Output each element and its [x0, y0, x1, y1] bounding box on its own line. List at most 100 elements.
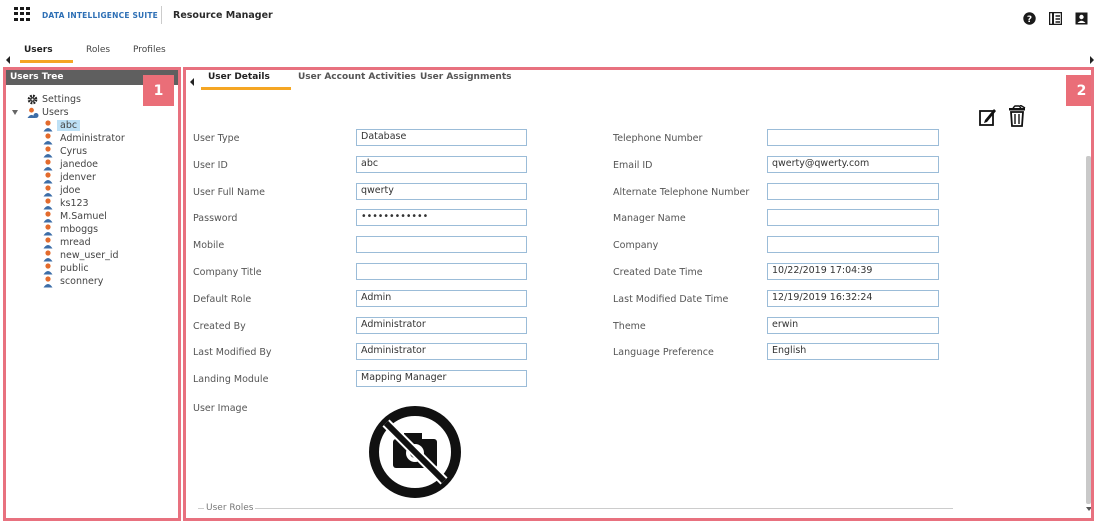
field-label: Telephone Number — [613, 133, 703, 144]
field-input[interactable]: Database — [356, 129, 527, 146]
tree-item-user[interactable]: abc — [6, 120, 176, 133]
field-label: Landing Module — [193, 374, 269, 385]
field-label: Created Date Time — [613, 267, 703, 278]
scroll-down-icon[interactable] — [1086, 507, 1091, 511]
user-icon — [43, 185, 54, 197]
user-icon — [43, 250, 54, 262]
tab-users[interactable]: Users — [24, 45, 53, 55]
tree-item-user[interactable]: new_user_id — [6, 250, 176, 263]
tree-item-user[interactable]: ks123 — [6, 198, 176, 211]
field-label: User Full Name — [193, 187, 265, 198]
main-tabs: Users Roles Profiles — [0, 40, 1096, 64]
field-input[interactable]: Administrator — [356, 317, 527, 334]
user-image[interactable] — [362, 400, 468, 504]
field-label: User Type — [193, 133, 240, 144]
tree-item-user[interactable]: janedoe — [6, 159, 176, 172]
collapse-icon[interactable] — [12, 110, 18, 115]
tree-item-label: Settings — [42, 94, 81, 105]
tree-item-label: jdenver — [60, 172, 96, 183]
vertical-scrollbar[interactable] — [1086, 156, 1091, 504]
field-label: Manager Name — [613, 213, 686, 224]
field-label: Last Modified By — [193, 347, 272, 358]
field-label: Email ID — [613, 160, 653, 171]
field-label: Last Modified Date Time — [613, 294, 729, 305]
tree-item-user[interactable]: mboggs — [6, 224, 176, 237]
users-group-icon — [27, 107, 39, 119]
user-image-label: User Image — [193, 403, 248, 414]
user-icon — [43, 224, 54, 236]
tree-item-label: janedoe — [60, 159, 99, 170]
field-label: Mobile — [193, 240, 225, 251]
tree-item-user[interactable]: jdoe — [6, 185, 176, 198]
tree-item-label: Users — [42, 107, 69, 118]
field-input[interactable]: Admin — [356, 290, 527, 307]
field-input[interactable] — [767, 209, 939, 226]
tree-item-user[interactable]: jdenver — [6, 172, 176, 185]
field-input[interactable]: 10/22/2019 17:04:39 — [767, 263, 939, 280]
field-input[interactable]: qwerty — [356, 183, 527, 200]
field-input[interactable]: erwin — [767, 317, 939, 334]
field-input[interactable] — [767, 183, 939, 200]
tree-item-label: abc — [57, 120, 81, 131]
header-icons: ? — [1022, 11, 1088, 25]
user-icon — [43, 146, 54, 158]
tree-item-label: sconnery — [60, 276, 104, 287]
field-input[interactable] — [356, 263, 527, 280]
help-icon[interactable]: ? — [1022, 11, 1036, 25]
field-input[interactable] — [767, 236, 939, 253]
tree-item-settings[interactable]: Settings — [6, 94, 176, 107]
app-launcher-icon[interactable] — [14, 7, 32, 21]
users-tree-panel: Users Tree 1 Settings Users abc Administr… — [3, 67, 181, 521]
tree-item-label: M.Samuel — [60, 211, 107, 222]
tree-item-label: new_user_id — [60, 250, 119, 261]
tree-item-user[interactable]: Cyrus — [6, 146, 176, 159]
active-tab-indicator — [20, 60, 73, 63]
tabs-scroll-left-icon[interactable] — [6, 56, 10, 64]
docs-icon[interactable] — [1048, 11, 1062, 25]
tree-item-label: Administrator — [60, 133, 125, 144]
field-input[interactable]: abc — [356, 156, 527, 173]
field-input[interactable] — [356, 236, 527, 253]
user-icon — [43, 133, 54, 145]
brand-name[interactable]: DATA INTELLIGENCE SUITE — [42, 11, 158, 20]
field-label: Alternate Telephone Number — [613, 187, 750, 198]
user-icon[interactable] — [1074, 11, 1088, 25]
field-input[interactable]: Administrator — [356, 343, 527, 360]
tabs-scroll-right-icon[interactable] — [1090, 56, 1094, 64]
user-roles-section: User Roles — [198, 503, 953, 518]
tab-profiles[interactable]: Profiles — [133, 45, 166, 55]
header-divider — [161, 6, 162, 24]
tree-item-user[interactable]: sconnery — [6, 276, 176, 289]
tree-item-user[interactable]: Administrator — [6, 133, 176, 146]
field-label: Company — [613, 240, 659, 251]
user-icon — [43, 276, 54, 288]
tab-roles[interactable]: Roles — [86, 45, 110, 55]
user-details-form: User Type Database User ID abc User Full Nam… — [186, 70, 1091, 518]
field-input[interactable]: Mapping Manager — [356, 370, 527, 387]
tree-item-user[interactable]: public — [6, 263, 176, 276]
field-label: Language Preference — [613, 347, 714, 358]
field-label: Created By — [193, 321, 246, 332]
field-input[interactable]: qwerty@qwerty.com — [767, 156, 939, 173]
field-input[interactable]: •••••••••••• — [356, 209, 527, 226]
users-tree: Settings Users abc Administrator Cyrus jane… — [6, 94, 176, 289]
app-title: Resource Manager — [173, 10, 273, 21]
gear-icon — [27, 94, 38, 106]
user-icon — [43, 172, 54, 184]
field-input[interactable] — [767, 129, 939, 146]
tree-item-users[interactable]: Users — [6, 107, 176, 120]
tree-item-label: mboggs — [60, 224, 99, 235]
tree-item-user[interactable]: mread — [6, 237, 176, 250]
tree-item-label: public — [60, 263, 89, 274]
field-label: User ID — [193, 160, 228, 171]
field-input[interactable]: English — [767, 343, 939, 360]
user-icon — [43, 198, 54, 210]
field-label: Password — [193, 213, 238, 224]
svg-text:?: ? — [1026, 15, 1031, 25]
user-list: abc Administrator Cyrus janedoe jdenver jdoe k… — [6, 120, 176, 289]
field-input[interactable]: 12/19/2019 16:32:24 — [767, 290, 939, 307]
field-label: Theme — [613, 321, 646, 332]
field-label: Default Role — [193, 294, 252, 305]
tree-item-user[interactable]: M.Samuel — [6, 211, 176, 224]
field-label: Company Title — [193, 267, 262, 278]
